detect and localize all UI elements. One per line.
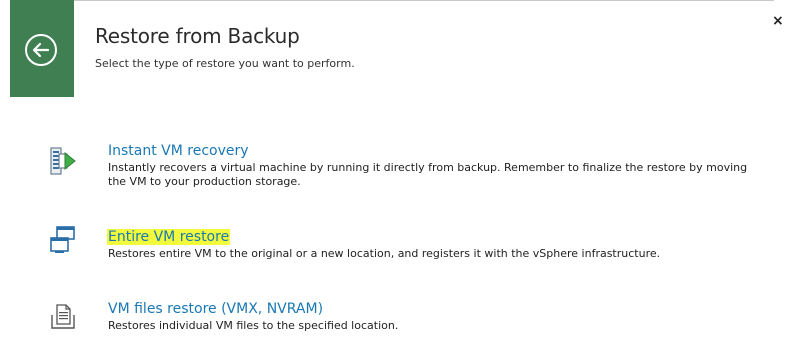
option-description: Instantly recovers a virtual machine by … [108,161,748,188]
option-label: VM files restore (VMX, NVRAM) [108,301,324,317]
instant-recovery-icon [50,147,76,175]
option-label: Entire VM restore [107,229,231,245]
option-instant-vm-recovery[interactable]: Instant VM recovery Instantly recovers a… [0,140,785,195]
wizard-header [0,0,785,97]
page-subtitle: Select the type of restore you want to p… [95,57,355,70]
option-description: Restores individual VM files to the spec… [108,319,399,332]
option-description: Restores entire VM to the original or a … [108,247,661,260]
entire-vm-restore-icon [50,226,75,253]
option-vm-files-restore[interactable]: VM files restore (VMX, NVRAM) Restores i… [0,299,785,339]
option-entire-vm-restore[interactable]: Entire VM restore Restores entire VM to … [0,226,785,266]
page-title: Restore from Backup [95,24,300,48]
header-top-divider [74,0,774,1]
vm-files-restore-icon [51,304,75,329]
back-arrow-icon[interactable] [24,33,58,67]
option-label: Instant VM recovery [108,143,249,159]
close-icon[interactable]: × [772,14,784,28]
